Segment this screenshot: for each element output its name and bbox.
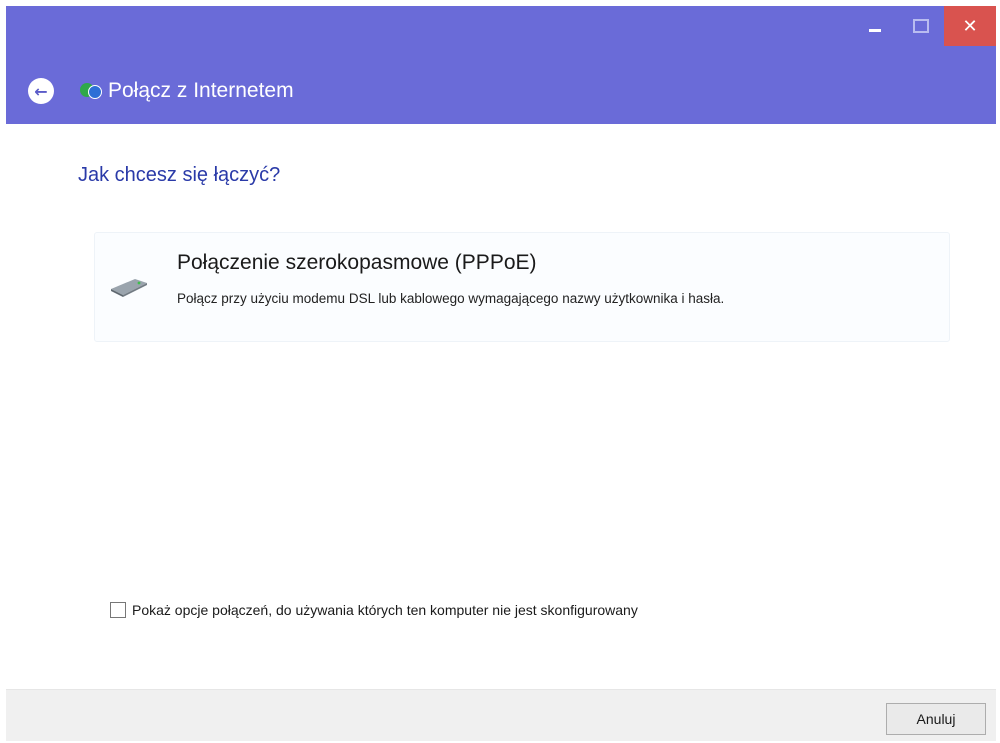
close-icon: ✕ <box>962 15 978 37</box>
show-options-label[interactable]: Pokaż opcje połączeń, do używania któryc… <box>132 602 638 618</box>
back-button[interactable]: ← <box>28 78 54 104</box>
network-globe-icon <box>80 80 102 102</box>
back-arrow-icon: ← <box>34 81 48 101</box>
navigation-row: ← Połącz z Internetem <box>28 78 294 104</box>
maximize-icon <box>913 19 929 33</box>
minimize-icon <box>869 28 881 32</box>
dialog-content: Jak chcesz się łączyć? Połączenie szerok… <box>6 124 996 689</box>
option-description: Połącz przy użyciu modemu DSL lub kablow… <box>177 291 725 306</box>
option-title: Połączenie szerokopasmowe (PPPoE) <box>177 251 537 274</box>
broadband-pppoe-option[interactable]: Połączenie szerokopasmowe (PPPoE) Połącz… <box>94 232 950 342</box>
maximize-button[interactable] <box>898 6 944 46</box>
cancel-button[interactable]: Anuluj <box>886 703 986 735</box>
modem-icon <box>111 279 147 297</box>
show-options-checkbox[interactable] <box>110 602 126 618</box>
close-button[interactable]: ✕ <box>944 6 996 46</box>
window-controls: ✕ <box>852 6 996 46</box>
dialog-footer: Anuluj <box>6 689 996 741</box>
show-options-row[interactable]: Pokaż opcje połączeń, do używania któryc… <box>110 602 638 618</box>
page-heading: Jak chcesz się łączyć? <box>78 164 281 186</box>
title-bar: ✕ ← Połącz z Internetem <box>6 6 996 124</box>
window-title: Połącz z Internetem <box>108 79 294 102</box>
minimize-button[interactable] <box>852 6 898 46</box>
dialog-window: ✕ ← Połącz z Internetem Jak chcesz się ł… <box>6 6 996 741</box>
